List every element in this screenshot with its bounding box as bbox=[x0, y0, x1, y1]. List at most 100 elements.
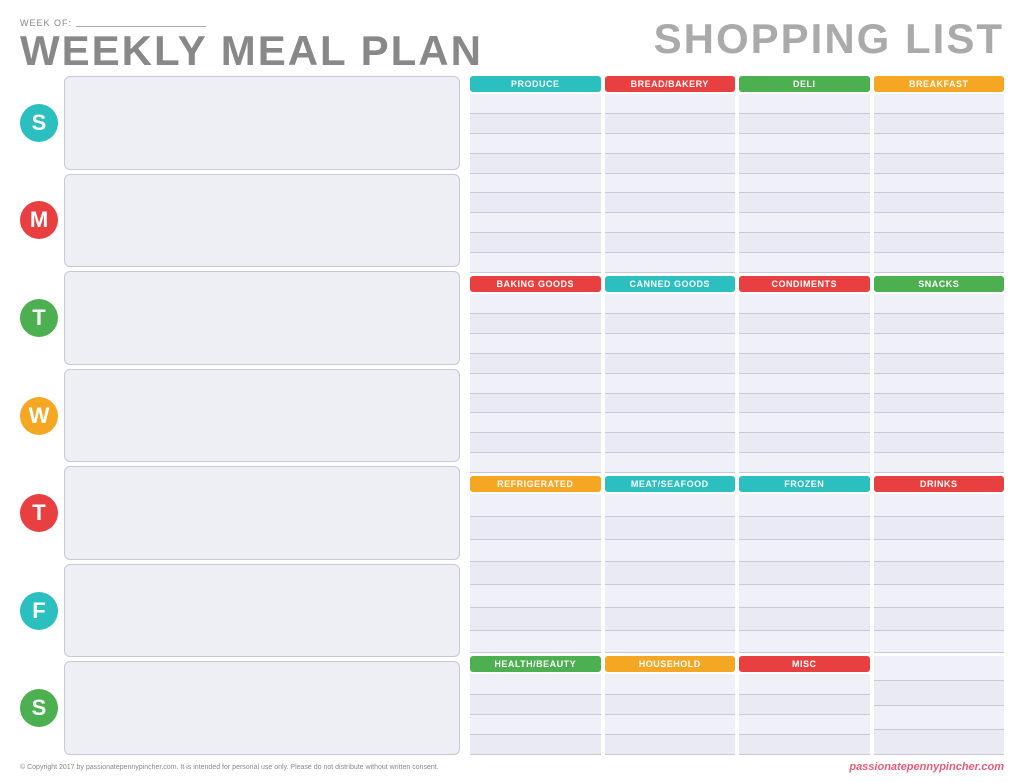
list-line bbox=[470, 608, 601, 631]
list-line bbox=[874, 730, 1005, 755]
list-line bbox=[739, 233, 870, 253]
list-line bbox=[605, 174, 736, 194]
list-line bbox=[739, 735, 870, 755]
day-box[interactable] bbox=[64, 466, 460, 560]
section-header: MEAT/SEAFOOD bbox=[605, 476, 736, 492]
list-line bbox=[739, 540, 870, 563]
shopping-section: REFRIGERATED bbox=[470, 476, 601, 653]
day-row: W bbox=[20, 369, 460, 463]
list-line bbox=[470, 453, 601, 473]
list-line bbox=[874, 94, 1005, 114]
list-line bbox=[739, 314, 870, 334]
list-line bbox=[605, 585, 736, 608]
list-line bbox=[874, 540, 1005, 563]
list-line bbox=[605, 735, 736, 755]
day-box[interactable] bbox=[64, 174, 460, 268]
list-line bbox=[739, 394, 870, 414]
section-lines bbox=[739, 674, 870, 755]
list-line bbox=[874, 608, 1005, 631]
list-line bbox=[470, 394, 601, 414]
list-line bbox=[605, 213, 736, 233]
list-line bbox=[470, 193, 601, 213]
list-line bbox=[470, 494, 601, 517]
list-line bbox=[739, 608, 870, 631]
list-line bbox=[605, 517, 736, 540]
list-line bbox=[739, 413, 870, 433]
day-row: S bbox=[20, 76, 460, 170]
list-line bbox=[470, 114, 601, 134]
shopping-section: PRODUCE bbox=[470, 76, 601, 273]
day-box[interactable] bbox=[64, 564, 460, 658]
shopping-title: SHOPPING LIST bbox=[654, 18, 1004, 60]
section-header: PRODUCE bbox=[470, 76, 601, 92]
list-line bbox=[470, 540, 601, 563]
list-line bbox=[470, 374, 601, 394]
day-box[interactable] bbox=[64, 369, 460, 463]
list-line bbox=[739, 354, 870, 374]
list-line bbox=[605, 413, 736, 433]
list-line bbox=[739, 585, 870, 608]
list-line bbox=[605, 314, 736, 334]
list-line bbox=[605, 294, 736, 314]
day-row: T bbox=[20, 466, 460, 560]
list-line bbox=[605, 674, 736, 694]
day-box[interactable] bbox=[64, 661, 460, 755]
list-line bbox=[470, 735, 601, 755]
list-line bbox=[874, 114, 1005, 134]
footer-copyright: © Copyright 2017 by passionatepennypinch… bbox=[20, 764, 439, 771]
day-box[interactable] bbox=[64, 76, 460, 170]
section-header: HOUSEHOLD bbox=[605, 656, 736, 672]
list-line bbox=[739, 253, 870, 273]
shopping-section bbox=[874, 656, 1005, 755]
list-line bbox=[470, 314, 601, 334]
section-lines bbox=[605, 294, 736, 473]
shopping-row: REFRIGERATEDMEAT/SEAFOODFROZENDRINKS bbox=[470, 476, 1004, 653]
day-box[interactable] bbox=[64, 271, 460, 365]
left-header: WEEK OF: WEEKLY MEAL PLAN bbox=[20, 18, 483, 72]
list-line bbox=[874, 374, 1005, 394]
section-header: DELI bbox=[739, 76, 870, 92]
list-line bbox=[605, 608, 736, 631]
list-line bbox=[739, 517, 870, 540]
section-header: REFRIGERATED bbox=[470, 476, 601, 492]
list-line bbox=[874, 233, 1005, 253]
list-line bbox=[739, 213, 870, 233]
list-line bbox=[605, 114, 736, 134]
day-row: S bbox=[20, 661, 460, 755]
day-circle: F bbox=[20, 592, 58, 630]
shopping-row: PRODUCEBREAD/BAKERYDELIBREAKFAST bbox=[470, 76, 1004, 273]
list-line bbox=[605, 154, 736, 174]
list-line bbox=[605, 540, 736, 563]
list-line bbox=[874, 681, 1005, 706]
list-line bbox=[739, 94, 870, 114]
shopping-row: HEALTH/BEAUTYHOUSEHOLDMISC bbox=[470, 656, 1004, 755]
list-line bbox=[605, 453, 736, 473]
shopping-section: SNACKS bbox=[874, 276, 1005, 473]
shopping-section: HOUSEHOLD bbox=[605, 656, 736, 755]
list-line bbox=[874, 354, 1005, 374]
list-line bbox=[605, 494, 736, 517]
list-line bbox=[605, 715, 736, 735]
list-line bbox=[739, 114, 870, 134]
list-line bbox=[605, 233, 736, 253]
list-line bbox=[874, 134, 1005, 154]
list-line bbox=[470, 233, 601, 253]
week-of-line bbox=[76, 19, 206, 27]
list-line bbox=[739, 174, 870, 194]
list-line bbox=[874, 314, 1005, 334]
shopping-section: FROZEN bbox=[739, 476, 870, 653]
list-line bbox=[874, 413, 1005, 433]
shopping-section: BAKING GOODS bbox=[470, 276, 601, 473]
shopping-section: BREAKFAST bbox=[874, 76, 1005, 273]
list-line bbox=[605, 562, 736, 585]
shopping-section: DRINKS bbox=[874, 476, 1005, 653]
list-line bbox=[739, 294, 870, 314]
day-row: T bbox=[20, 271, 460, 365]
list-line bbox=[739, 193, 870, 213]
list-line bbox=[470, 695, 601, 715]
section-lines bbox=[470, 294, 601, 473]
list-line bbox=[739, 715, 870, 735]
shopping-section: CONDIMENTS bbox=[739, 276, 870, 473]
shopping-section: DELI bbox=[739, 76, 870, 273]
list-line bbox=[874, 154, 1005, 174]
